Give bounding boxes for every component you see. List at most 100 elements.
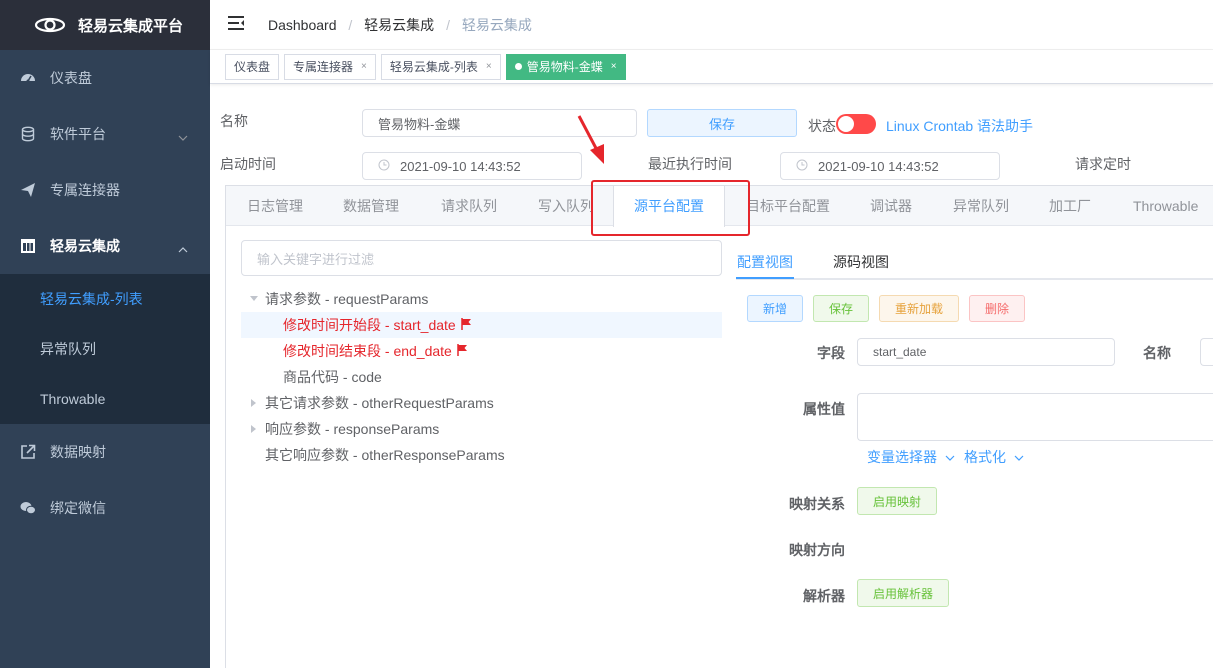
tab-data-management[interactable]: 数据管理: [343, 186, 399, 226]
save-button[interactable]: 保存: [647, 109, 797, 137]
mapping-direction-label: 映射方向: [789, 542, 845, 558]
tree-node-end-date[interactable]: 修改时间结束段 - end_date: [241, 338, 722, 364]
last-exec-picker[interactable]: 2021-09-10 14:43:52: [780, 152, 1000, 180]
tag-current[interactable]: 管易物料-金蝶 ×: [505, 53, 626, 80]
field-input-value: start_date: [873, 345, 927, 359]
tree-node-label: 请求参数 - requestParams: [265, 291, 429, 307]
start-time-picker[interactable]: 2021-09-10 14:43:52: [362, 152, 582, 180]
status-switch[interactable]: [836, 114, 876, 134]
tab-write-queue[interactable]: 写入队列: [538, 186, 594, 226]
subtab-active-indicator: [736, 277, 794, 279]
mapping-label: 映射关系: [789, 496, 845, 512]
tree-node-response-params[interactable]: 响应参数 - responseParams: [241, 416, 722, 442]
tree-node-label: 修改时间结束段 - end_date: [283, 343, 452, 359]
tree-node-code[interactable]: 商品代码 - code: [241, 364, 722, 390]
chevron-down-icon: [178, 128, 188, 144]
hamburger-icon[interactable]: [228, 16, 244, 33]
attr-value-textarea[interactable]: [857, 393, 1213, 441]
flag-icon: [457, 343, 467, 359]
caret-right-icon[interactable]: [249, 425, 259, 433]
add-button[interactable]: 新增: [747, 295, 803, 322]
tree-node-request-params[interactable]: 请求参数 - requestParams: [241, 286, 722, 312]
tab-debugger[interactable]: 调试器: [870, 186, 912, 226]
sidebar-item-software-platform[interactable]: 软件平台: [0, 106, 210, 162]
close-icon[interactable]: ×: [361, 61, 367, 72]
tab-target-platform-config[interactable]: 目标平台配置: [746, 186, 830, 226]
attr-value-label: 属性值: [803, 401, 845, 417]
clock-icon: [378, 159, 390, 174]
tab-exception-queue[interactable]: 异常队列: [953, 186, 1009, 226]
tab-log-management[interactable]: 日志管理: [247, 186, 303, 226]
tree-node-start-date[interactable]: 修改时间开始段 - start_date: [241, 312, 722, 338]
sidebar: 轻易云集成平台 仪表盘 软件平台 专属连接器 轻易云集成 轻易云集成-列表 异常…: [0, 0, 210, 668]
filter-placeholder: 输入关键字进行过滤: [257, 251, 375, 267]
enable-mapping-button[interactable]: 启用映射: [857, 487, 937, 515]
format-dropdown[interactable]: 格式化: [964, 447, 1024, 467]
crontab-help-link[interactable]: Linux Crontab 语法助手: [886, 116, 1033, 136]
tree-node-label: 修改时间开始段 - start_date: [283, 317, 456, 333]
sidebar-item-data-mapping[interactable]: 数据映射: [0, 424, 210, 480]
tag-label: 管易物料-金蝶: [526, 60, 603, 74]
flag-icon: [460, 317, 471, 333]
subtab-config-view[interactable]: 配置视图: [737, 252, 793, 272]
tab-request-queue[interactable]: 请求队列: [441, 186, 497, 226]
close-icon[interactable]: ×: [486, 61, 492, 72]
field-name-label: 名称: [1143, 345, 1171, 361]
breadcrumb-current: 轻易云集成: [461, 16, 532, 33]
close-icon[interactable]: ×: [611, 61, 617, 72]
navbar: Dashboard / 轻易云集成 / 轻易云集成: [210, 0, 1213, 50]
tag-connectors[interactable]: 专属连接器 ×: [284, 53, 376, 80]
last-exec-label: 最近执行时间: [648, 156, 732, 172]
paper-plane-icon: [20, 182, 36, 198]
caret-down-icon[interactable]: [249, 296, 259, 302]
field-input[interactable]: start_date: [857, 338, 1115, 366]
subtab-divider: [736, 278, 1213, 280]
tree-node-other-request-params[interactable]: 其它请求参数 - otherRequestParams: [241, 390, 722, 416]
tab-throwable[interactable]: Throwable: [1133, 186, 1198, 226]
submenu-item-exception-queue[interactable]: 异常队列: [0, 324, 210, 374]
format-label: 格式化: [964, 449, 1006, 465]
logo-icon: [34, 17, 66, 33]
sidebar-item-connectors[interactable]: 专属连接器: [0, 162, 210, 218]
tab-factory[interactable]: 加工厂: [1049, 186, 1091, 226]
tag-integration-list[interactable]: 轻易云集成-列表 ×: [380, 53, 501, 80]
delete-button[interactable]: 删除: [969, 295, 1025, 322]
tree-node-other-response-params[interactable]: 其它响应参数 - otherResponseParams: [241, 442, 722, 468]
caret-right-icon[interactable]: [249, 399, 259, 407]
active-dot-icon: [514, 63, 522, 70]
field-name-input[interactable]: [1200, 338, 1213, 366]
panel-save-button[interactable]: 保存: [813, 295, 869, 322]
sidebar-item-bind-wechat[interactable]: 绑定微信: [0, 480, 210, 536]
logo[interactable]: 轻易云集成平台: [0, 0, 210, 50]
tag-label: 专属连接器: [293, 60, 354, 74]
tree-filter-input[interactable]: 输入关键字进行过滤: [241, 240, 722, 276]
submenu-item-throwable[interactable]: Throwable: [0, 374, 210, 424]
status-label: 状态: [808, 118, 836, 134]
tag-label: 轻易云集成-列表: [389, 60, 478, 74]
breadcrumb-integration[interactable]: 轻易云集成: [364, 17, 434, 33]
field-label: 字段: [817, 345, 845, 361]
sidebar-item-dashboard[interactable]: 仪表盘: [0, 50, 210, 106]
tag-dashboard[interactable]: 仪表盘: [225, 53, 280, 80]
variable-selector-dropdown[interactable]: 变量选择器: [867, 447, 955, 467]
last-exec-value: 2021-09-10 14:43:52: [818, 158, 939, 174]
subtab-source-view[interactable]: 源码视图: [833, 252, 889, 272]
enable-parser-button[interactable]: 启用解析器: [857, 579, 949, 607]
submenu-item-integration-list[interactable]: 轻易云集成-列表: [0, 274, 210, 324]
name-input-value: 管易物料-金蝶: [378, 116, 461, 132]
integration-submenu: 轻易云集成-列表 异常队列 Throwable: [0, 274, 210, 424]
breadcrumb-dashboard[interactable]: Dashboard: [268, 17, 337, 33]
sidebar-item-label: 绑定微信: [50, 500, 106, 516]
tag-label: 仪表盘: [234, 60, 271, 74]
variable-selector-label: 变量选择器: [867, 449, 937, 465]
tags-view: 仪表盘 专属连接器 × 轻易云集成-列表 × 管易物料-金蝶 ×: [210, 50, 1213, 84]
breadcrumb-separator: /: [446, 16, 450, 33]
clock-icon: [796, 159, 808, 174]
tree-node-label: 商品代码 - code: [283, 369, 382, 385]
parser-label: 解析器: [803, 588, 845, 604]
name-label: 名称: [220, 113, 248, 129]
start-time-value: 2021-09-10 14:43:52: [400, 158, 521, 174]
reload-button[interactable]: 重新加载: [879, 295, 959, 322]
request-timer-label: 请求定时: [1075, 156, 1131, 172]
sidebar-item-integration[interactable]: 轻易云集成: [0, 218, 210, 274]
